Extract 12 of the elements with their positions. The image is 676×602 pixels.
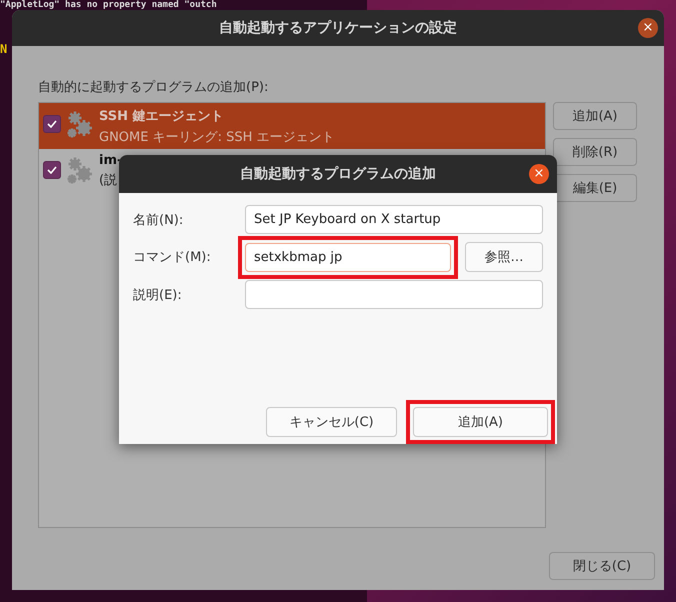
window-title: 自動起動するアプリケーションの設定 xyxy=(219,19,457,37)
terminal-text: N xyxy=(0,42,8,56)
field-label: 名前(N): xyxy=(133,212,184,228)
field-label: 説明(E): xyxy=(133,286,183,304)
program-name: im- xyxy=(99,153,122,168)
list-label: 自動的に起動するプログラムの追加(P): xyxy=(38,79,270,96)
terminal-text: "AppletLog" has no property named "outch xyxy=(0,0,217,10)
dialog-title: 自動起動するプログラムの追加 xyxy=(240,165,436,183)
field-label: コマンド(M): xyxy=(133,249,212,266)
program-description: GNOME キーリング: SSH エージェント xyxy=(99,129,335,146)
program-name: SSH 鍵エージェント xyxy=(99,108,225,125)
program-description: (説 xyxy=(99,172,118,189)
